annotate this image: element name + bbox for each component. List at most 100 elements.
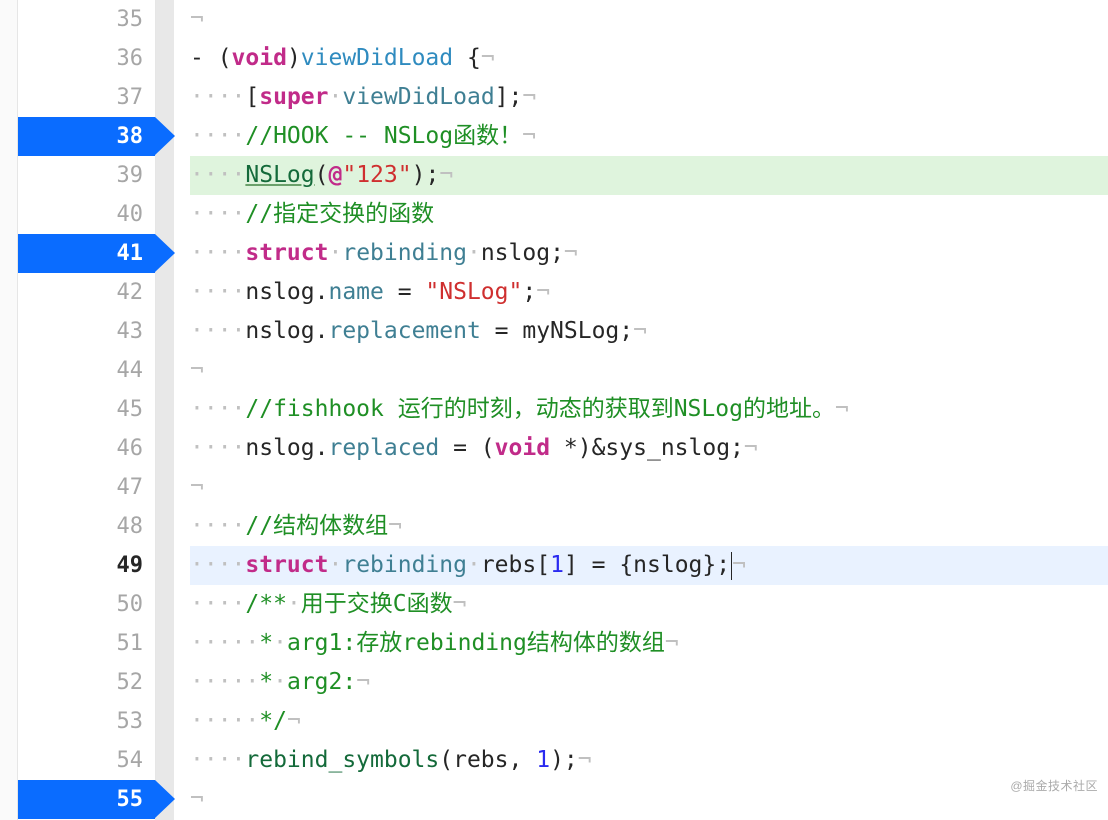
watermark: @掘金技术社区 xyxy=(1010,767,1098,806)
code-token: viewDidLoad xyxy=(301,45,453,71)
code-area[interactable]: ¬- (void)viewDidLoad {¬····[super·viewDi… xyxy=(174,0,1108,820)
code-token: 1 xyxy=(550,552,564,578)
code-token: ¬ xyxy=(388,513,402,539)
code-token: ···· xyxy=(190,591,245,617)
code-token: "123" xyxy=(342,162,411,188)
code-token: //fishhook 运行的时刻，动态的获取到NSLog的地址。 xyxy=(245,396,835,422)
line-number[interactable]: 52 xyxy=(18,663,155,702)
code-token: @ xyxy=(329,162,343,188)
code-token: · xyxy=(328,240,342,266)
code-token: rebind_symbols xyxy=(245,747,439,773)
code-token: ¬ xyxy=(287,708,301,734)
code-line[interactable]: ····struct·rebinding·rebs[1] = {nslog};¬ xyxy=(190,546,1108,585)
code-line[interactable]: ····/**·用于交换C函数¬ xyxy=(190,585,1108,624)
code-token: ···· xyxy=(190,552,245,578)
code-token: ¬ xyxy=(522,123,536,149)
line-number[interactable]: 46 xyxy=(18,429,155,468)
code-token: ] = {nslog}; xyxy=(564,552,730,578)
line-number[interactable]: 36 xyxy=(18,39,155,78)
code-token: (rebs, xyxy=(439,747,536,773)
code-token: 1 xyxy=(536,747,550,773)
code-line[interactable]: ¬ xyxy=(190,0,1108,39)
code-token: · xyxy=(467,552,481,578)
code-token: ¬ xyxy=(744,435,758,461)
code-line[interactable]: ·····*·arg2:¬ xyxy=(190,663,1108,702)
code-token: */ xyxy=(259,708,287,734)
code-token: · xyxy=(328,552,342,578)
code-token: [ xyxy=(245,84,259,110)
code-token: super xyxy=(259,84,328,110)
line-number[interactable]: 50 xyxy=(18,585,155,624)
code-line[interactable]: ····nslog.replacement = myNSLog;¬ xyxy=(190,312,1108,351)
code-token: ···· xyxy=(190,318,245,344)
line-number[interactable]: 48 xyxy=(18,507,155,546)
line-number[interactable]: 40 xyxy=(18,195,155,234)
code-token: ; xyxy=(522,279,536,305)
code-token: ····· xyxy=(190,669,259,695)
code-line[interactable]: ····NSLog(@"123");¬ xyxy=(190,156,1108,195)
code-token: "NSLog" xyxy=(425,279,522,305)
line-number[interactable]: 38 xyxy=(18,117,155,156)
line-number[interactable]: 54 xyxy=(18,741,155,780)
code-token: ¬ xyxy=(522,84,536,110)
code-token: ····· xyxy=(190,630,259,656)
code-token: ¬ xyxy=(633,318,647,344)
code-token: ···· xyxy=(190,84,245,110)
line-number[interactable]: 43 xyxy=(18,312,155,351)
code-line[interactable]: ····nslog.name = "NSLog";¬ xyxy=(190,273,1108,312)
line-number[interactable]: 42 xyxy=(18,273,155,312)
code-line[interactable]: ·····*·arg1:存放rebinding结构体的数组¬ xyxy=(190,624,1108,663)
code-token: nslog. xyxy=(245,318,328,344)
code-token: 用于交换C函数 xyxy=(301,591,453,617)
code-line[interactable]: ····struct·rebinding·nslog;¬ xyxy=(190,234,1108,273)
code-line[interactable]: - (void)viewDidLoad {¬ xyxy=(190,39,1108,78)
line-number[interactable]: 39 xyxy=(18,156,155,195)
code-token: - ( xyxy=(190,45,232,71)
code-token: nslog; xyxy=(481,240,564,266)
line-number[interactable]: 53 xyxy=(18,702,155,741)
code-token: { xyxy=(453,45,481,71)
code-token: ¬ xyxy=(481,45,495,71)
code-token: void xyxy=(495,435,550,461)
code-token: *)&sys_nslog; xyxy=(550,435,744,461)
line-number[interactable]: 41 xyxy=(18,234,155,273)
code-token: * xyxy=(259,630,273,656)
code-token: viewDidLoad xyxy=(342,84,494,110)
code-line[interactable]: ····//结构体数组¬ xyxy=(190,507,1108,546)
code-line[interactable]: ····rebind_symbols(rebs, 1);¬ xyxy=(190,741,1108,780)
code-editor[interactable]: 3536373839404142434445464748495051525354… xyxy=(0,0,1108,820)
line-number[interactable]: 51 xyxy=(18,624,155,663)
code-line[interactable]: ¬ xyxy=(190,468,1108,507)
code-token: ); xyxy=(550,747,578,773)
line-number[interactable]: 44 xyxy=(18,351,155,390)
code-line[interactable]: ····[super·viewDidLoad];¬ xyxy=(190,78,1108,117)
code-token: ¬ xyxy=(453,591,467,617)
code-line[interactable]: ····nslog.replaced = (void *)&sys_nslog;… xyxy=(190,429,1108,468)
code-token: NSLog xyxy=(245,162,314,188)
line-number[interactable]: 47 xyxy=(18,468,155,507)
line-number-gutter[interactable]: 3536373839404142434445464748495051525354… xyxy=(18,0,156,820)
code-line[interactable]: ¬ xyxy=(190,351,1108,390)
code-line[interactable]: ¬ xyxy=(190,780,1108,819)
line-number[interactable]: 45 xyxy=(18,390,155,429)
code-token: ···· xyxy=(190,162,245,188)
line-number[interactable]: 49 xyxy=(18,546,155,585)
line-number[interactable]: 55 xyxy=(18,780,155,819)
code-line[interactable]: ····//HOOK -- NSLog函数！¬ xyxy=(190,117,1108,156)
code-line[interactable]: ····//指定交换的函数 xyxy=(190,195,1108,234)
code-token: rebs[ xyxy=(481,552,550,578)
code-token: * xyxy=(259,669,273,695)
code-line[interactable]: ·····*/¬ xyxy=(190,702,1108,741)
code-token: ¬ xyxy=(665,630,679,656)
code-token: = ( xyxy=(439,435,494,461)
code-token: rebinding xyxy=(342,240,467,266)
code-token: /** xyxy=(245,591,287,617)
line-number[interactable]: 35 xyxy=(18,0,155,39)
code-token: ···· xyxy=(190,396,245,422)
code-token: · xyxy=(273,669,287,695)
code-token: ···· xyxy=(190,123,245,149)
line-number[interactable]: 37 xyxy=(18,78,155,117)
code-token: replacement xyxy=(328,318,480,344)
code-token: ¬ xyxy=(439,162,453,188)
code-line[interactable]: ····//fishhook 运行的时刻，动态的获取到NSLog的地址。¬ xyxy=(190,390,1108,429)
